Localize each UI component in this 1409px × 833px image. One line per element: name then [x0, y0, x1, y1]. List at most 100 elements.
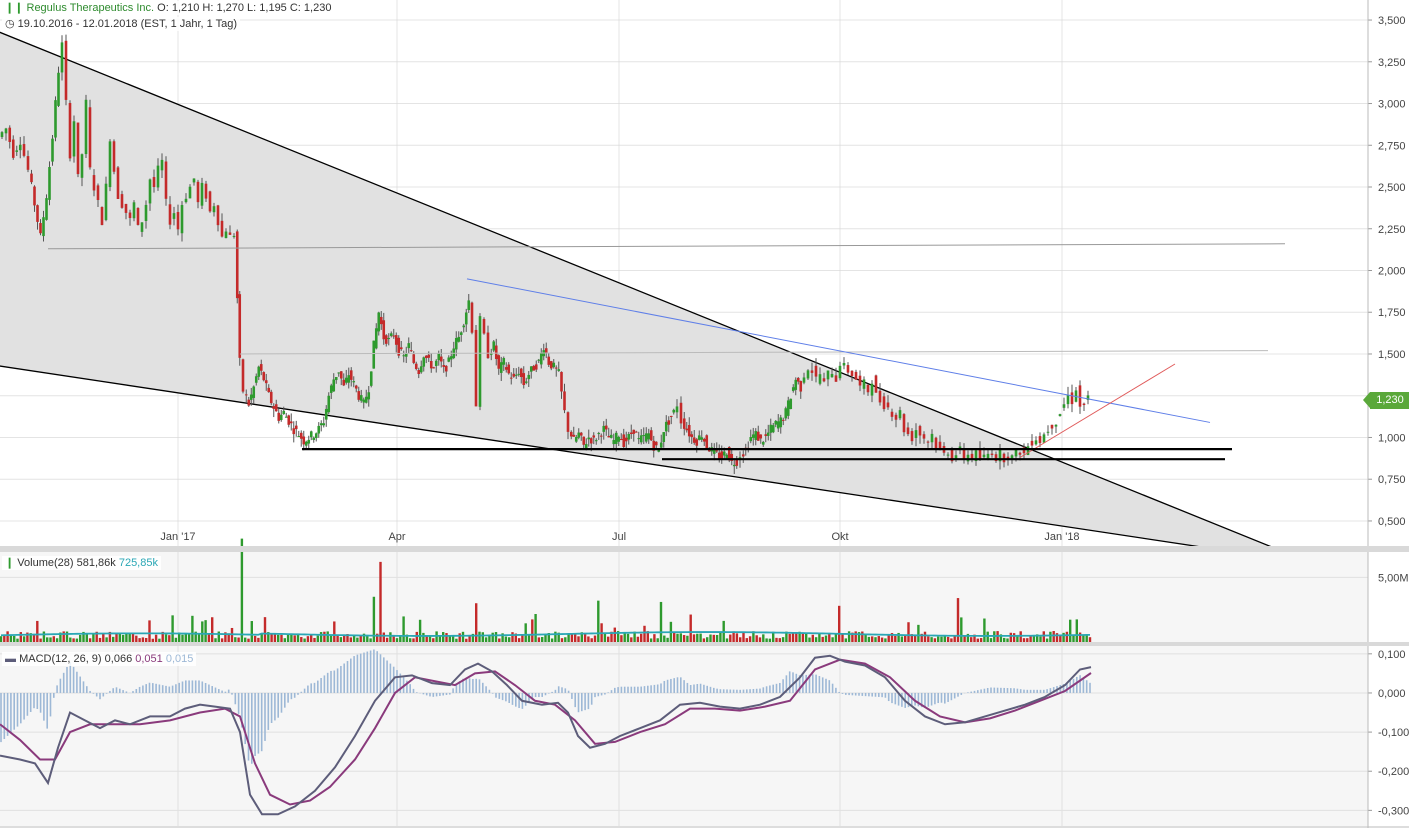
macd-histogram-bar: [997, 688, 999, 693]
macd-legend[interactable]: ▬ MACD(12, 26, 9) 0,066 0,051 0,015: [2, 652, 196, 666]
volume-bar: [168, 635, 170, 642]
macd-histogram-bar: [697, 684, 699, 693]
candle-body: [397, 338, 400, 356]
volume-bar: [244, 638, 246, 642]
candle-body: [590, 438, 593, 443]
volume-bar: [627, 634, 629, 642]
macd-histogram-bar: [875, 693, 877, 697]
volume-bar: [393, 636, 395, 642]
macd-histogram-bar: [489, 690, 491, 693]
macd-histogram-bar: [928, 693, 930, 707]
candle-body: [45, 198, 48, 220]
volume-bar: [191, 616, 193, 642]
macd-histogram-bar: [43, 693, 45, 721]
candle-body: [615, 433, 618, 444]
volume-legend[interactable]: ❙ Volume(28) 581,86k 725,85k: [2, 556, 161, 570]
stock-chart[interactable]: 3,5003,2503,0002,7502,5002,2502,0001,750…: [0, 0, 1409, 828]
price-tick-label: 3,250: [1378, 57, 1406, 69]
volume-bar: [845, 638, 847, 642]
volume-bar: [251, 621, 253, 642]
candle-body: [19, 145, 22, 150]
candle-body: [665, 422, 668, 432]
volume-bar: [445, 633, 447, 642]
candle-body: [417, 370, 420, 374]
volume-bar: [33, 635, 35, 642]
macd-histogram-bar: [367, 652, 369, 693]
candle-body: [81, 154, 84, 178]
candle-body: [622, 434, 625, 447]
macd-histogram-bar: [842, 693, 844, 694]
macd-histogram-bar: [162, 685, 164, 693]
candle-body: [252, 387, 255, 398]
volume-bar: [742, 632, 744, 642]
macd-histogram-bar: [611, 690, 613, 693]
macd-histogram-bar: [126, 691, 128, 693]
macd-label: MACD(12, 26, 9): [19, 653, 102, 665]
volume-bar: [937, 637, 939, 642]
last-price-tag: 1,230: [1370, 392, 1409, 409]
candle-body: [30, 174, 33, 183]
candle-body: [275, 404, 278, 411]
candle-body: [620, 439, 623, 440]
date-range[interactable]: 19.10.2016 - 12.01.2018: [18, 18, 138, 30]
volume-bar: [940, 637, 942, 642]
macd-histogram-bar: [598, 693, 600, 696]
clock-icon[interactable]: ◷: [5, 18, 15, 30]
volume-bar: [518, 638, 520, 642]
candle-body: [302, 437, 305, 445]
volume-bar: [864, 634, 866, 642]
macd-histogram-bar: [1033, 690, 1035, 693]
candle-body: [105, 184, 108, 220]
volume-bar: [894, 636, 896, 642]
volume-bar: [36, 621, 38, 642]
volume-bar: [462, 632, 464, 642]
volume-bar: [577, 636, 579, 642]
macd-histogram-bar: [482, 683, 484, 693]
volume-bar: [561, 638, 563, 642]
instrument-name[interactable]: Regulus Therapeutics Inc.: [27, 2, 155, 14]
candle-body: [457, 337, 460, 342]
time-tick-label: Jul: [612, 531, 626, 543]
volume-bar: [977, 639, 979, 642]
volume-value: 581,86k: [77, 557, 116, 569]
macd-histogram-bar: [604, 693, 606, 695]
candle-body: [899, 410, 902, 418]
candle-body: [718, 453, 721, 459]
macd-histogram-bar: [518, 693, 520, 708]
volume-bar: [320, 632, 322, 642]
macd-histogram-bar: [1046, 689, 1048, 693]
macd-histogram-bar: [885, 693, 887, 698]
macd-histogram-bar: [13, 693, 15, 730]
volume-bar: [1039, 637, 1041, 642]
volume-bar: [297, 635, 299, 642]
macd-histogram-bar: [970, 692, 972, 693]
candle-body: [300, 433, 303, 439]
candle-body: [515, 375, 518, 376]
volume-bar: [534, 614, 536, 642]
candle-body: [181, 205, 184, 233]
macd-histogram-bar: [548, 693, 550, 694]
volume-bar: [99, 638, 101, 642]
macd-histogram-bar: [852, 693, 854, 695]
candle-body: [522, 373, 525, 385]
candle-body: [570, 432, 573, 437]
volume-bar: [706, 637, 708, 642]
candle-body: [153, 177, 156, 187]
candle-body: [325, 409, 328, 420]
candle-body: [282, 411, 285, 414]
macd-histogram-bar: [868, 693, 870, 696]
volume-bar: [53, 636, 55, 642]
candle-body: [121, 194, 124, 208]
candle-body: [754, 431, 757, 440]
candle-body: [455, 338, 458, 349]
range-detail[interactable]: (EST, 1 Jahr, 1 Tag): [141, 18, 237, 30]
candle-body: [927, 442, 930, 443]
macd-histogram-bar: [235, 693, 237, 704]
candle-body: [213, 206, 216, 212]
candle-body: [592, 435, 595, 437]
macd-histogram-bar: [56, 685, 58, 693]
macd-histogram-bar: [502, 693, 504, 700]
volume-bar: [680, 633, 682, 642]
volume-bar: [122, 635, 124, 642]
macd-bg: [0, 646, 1368, 826]
